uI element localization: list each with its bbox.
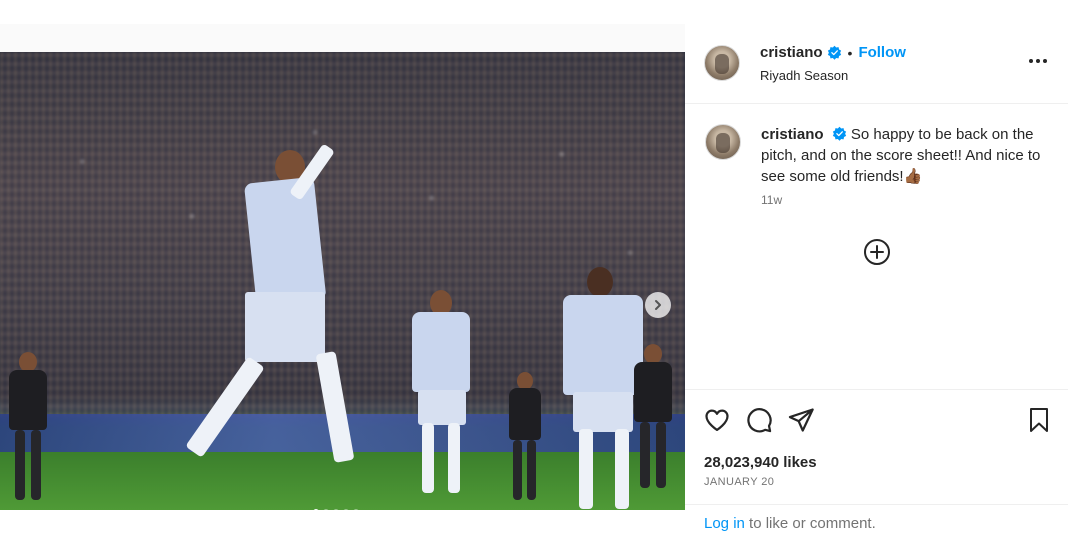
header-separator: • [847, 44, 853, 61]
post-date: JANUARY 20 [704, 476, 775, 488]
post-side-panel: cristiano • Follow Riyadh Season cristia… [685, 24, 1068, 559]
header-username[interactable]: cristiano [760, 44, 823, 61]
login-prompt-text: to like or comment. [744, 515, 876, 532]
likes-count[interactable]: 28,023,940 likes [704, 454, 817, 471]
comment-icon [747, 408, 772, 433]
add-comment-icon [864, 239, 890, 265]
carousel-dot [333, 509, 339, 510]
instagram-post-page: cristiano • Follow Riyadh Season cristia… [0, 0, 1068, 559]
comment-timestamp[interactable]: 11w [761, 193, 782, 207]
login-prompt: Log in to like or comment. [685, 504, 1068, 559]
header-name-line: cristiano • Follow [760, 44, 906, 61]
login-link[interactable]: Log in [704, 515, 745, 532]
like-button[interactable] [703, 406, 731, 434]
post-photo[interactable] [0, 52, 685, 510]
post-media [0, 24, 685, 510]
caption-username[interactable]: cristiano [761, 126, 824, 143]
verified-badge-icon [832, 126, 846, 141]
action-icons-group [703, 406, 815, 434]
bookmark-icon [1030, 408, 1048, 432]
caption-block: cristiano So happy to be back on the pit… [761, 124, 1041, 187]
comment-button[interactable] [745, 406, 773, 434]
opponent-player-right [630, 344, 675, 504]
avatar[interactable] [704, 45, 740, 81]
add-comment-button[interactable] [862, 237, 892, 267]
share-button[interactable] [787, 406, 815, 434]
carousel-dot [313, 509, 319, 510]
carousel-next-button[interactable] [645, 292, 671, 318]
carousel-dot [353, 509, 359, 510]
more-options-button[interactable] [1027, 50, 1049, 72]
carousel-dot [343, 509, 349, 510]
post-location[interactable]: Riyadh Season [760, 68, 848, 83]
post-header: cristiano • Follow Riyadh Season [685, 24, 1068, 104]
follow-button[interactable]: Follow [858, 44, 906, 61]
carousel-dot [323, 509, 329, 510]
save-button[interactable] [1025, 406, 1053, 434]
post-actions: 28,023,940 likes JANUARY 20 Log in to li… [685, 389, 1068, 559]
share-icon [788, 408, 814, 432]
player-running-middle [400, 290, 480, 510]
carousel-indicator [313, 509, 359, 510]
comment-avatar[interactable] [705, 124, 741, 160]
player-celebrating [175, 112, 375, 510]
verified-badge-icon [827, 45, 841, 60]
opponent-player-left [5, 352, 50, 510]
more-options-icon [1029, 59, 1047, 63]
heart-icon [705, 409, 729, 432]
opponent-player-center [505, 372, 545, 510]
chevron-right-icon [655, 300, 661, 310]
